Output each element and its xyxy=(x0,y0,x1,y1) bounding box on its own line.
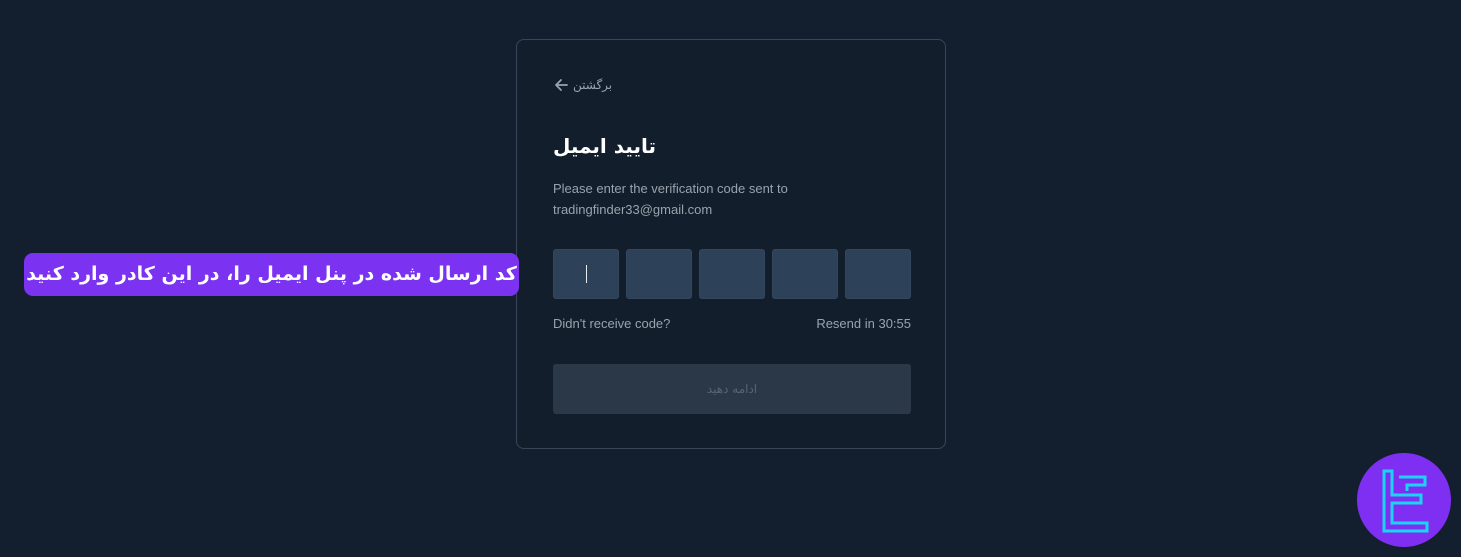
instruction-callout: کد ارسال شده در پنل ایمیل را، در این کاد… xyxy=(24,253,519,296)
verification-card: برگشتن تایید ایمیل Please enter the veri… xyxy=(516,39,946,449)
code-digit-2[interactable] xyxy=(626,249,692,299)
resend-row: Didn't receive code? Resend in 30:55 xyxy=(553,316,911,331)
back-link[interactable]: برگشتن xyxy=(553,78,612,92)
code-digit-1[interactable] xyxy=(553,249,619,299)
page: برگشتن تایید ایمیل Please enter the veri… xyxy=(0,0,1461,557)
code-digit-5[interactable] xyxy=(845,249,911,299)
code-digit-4[interactable] xyxy=(772,249,838,299)
back-label: برگشتن xyxy=(573,78,613,92)
code-digit-3[interactable] xyxy=(699,249,765,299)
code-input-group xyxy=(553,249,911,299)
continue-button[interactable]: ادامه دهید xyxy=(553,364,911,414)
tradingfinder-logo-icon xyxy=(1357,453,1451,547)
arrow-left-icon xyxy=(553,78,569,92)
description-text: Please enter the verification code sent … xyxy=(553,181,788,196)
didnt-receive-text: Didn't receive code? xyxy=(553,316,671,331)
page-title: تایید ایمیل xyxy=(553,134,656,158)
email-address: tradingfinder33@gmail.com xyxy=(553,202,713,217)
resend-countdown: Resend in 30:55 xyxy=(816,316,911,331)
verification-description: Please enter the verification code sent … xyxy=(553,178,893,220)
